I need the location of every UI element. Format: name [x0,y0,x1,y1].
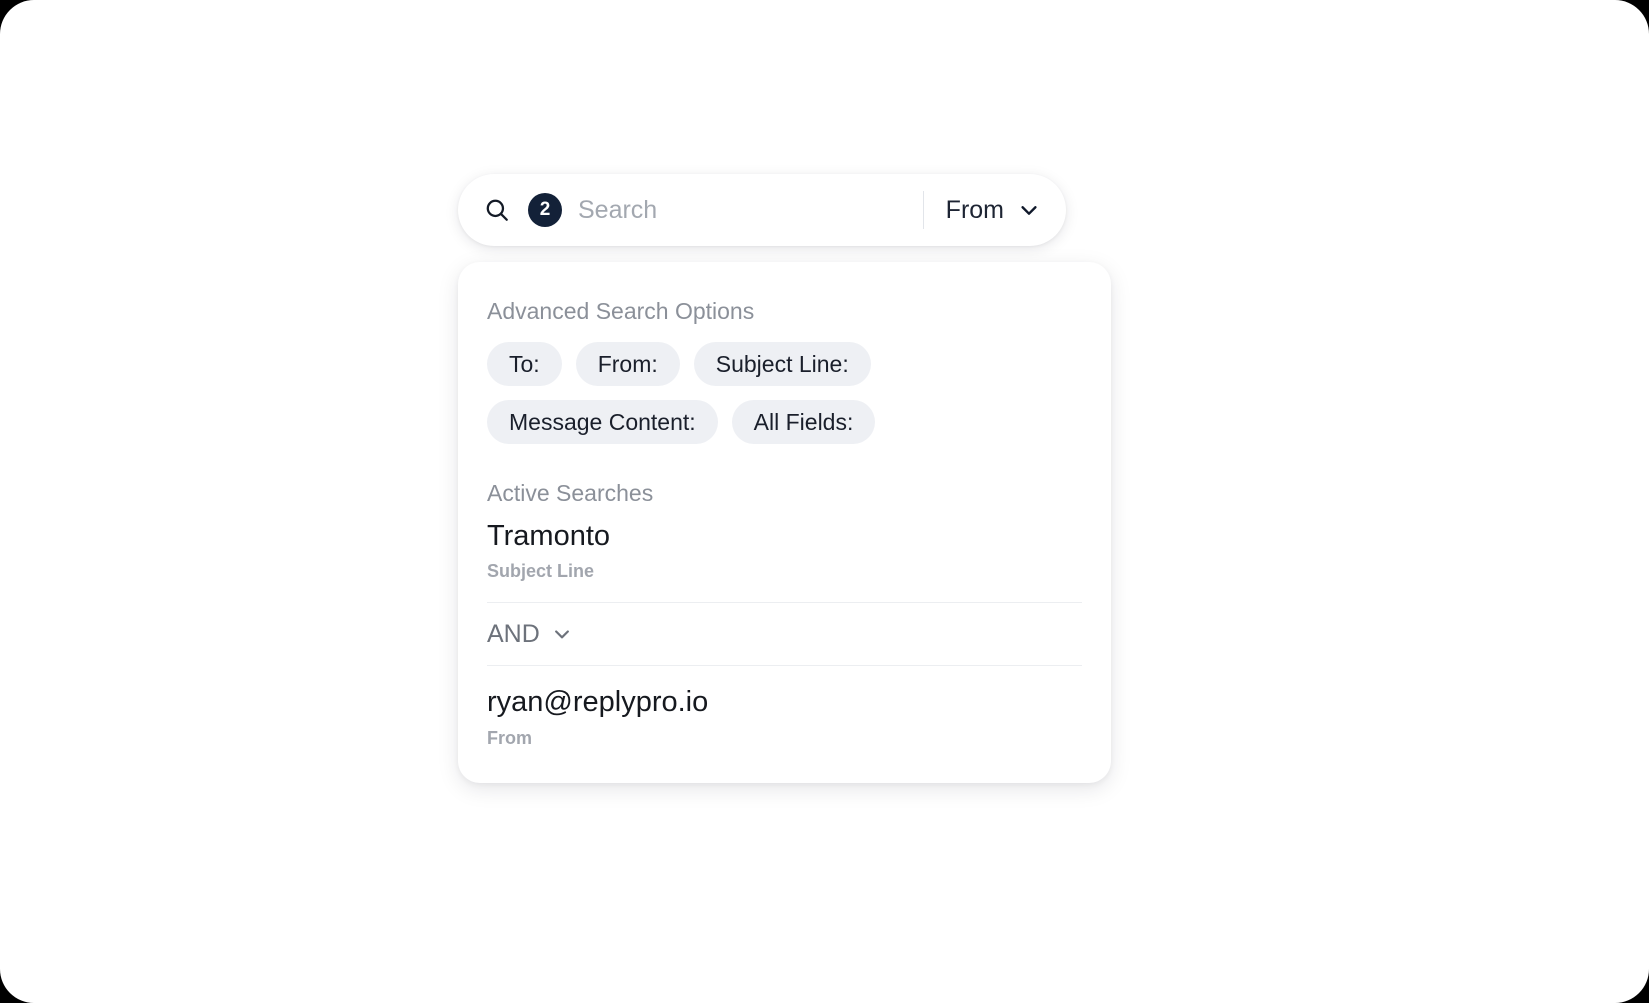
boolean-operator-label: AND [487,619,540,648]
active-searches-list: Tramonto Subject Line AND ryan@replypro.… [487,520,1082,747]
chip-all-fields[interactable]: All Fields: [731,400,876,444]
chip-to[interactable]: To: [487,342,562,386]
chevron-down-icon[interactable] [1018,199,1040,221]
search-icon[interactable] [484,197,510,223]
search-field-selector[interactable]: From [945,195,1044,224]
chip-message-content[interactable]: Message Content: [487,400,718,444]
active-search-count-badge: 2 [528,193,562,227]
search-bar[interactable]: 2 From [458,174,1066,246]
chip-from[interactable]: From: [575,342,680,386]
chip-subject-line[interactable]: Subject Line: [693,342,871,386]
advanced-search-panel: Advanced Search Options To: From: Subjec… [458,262,1111,783]
boolean-operator-selector[interactable]: AND [487,603,1082,665]
app-window: 2 From Advanced Search Options To: From:… [0,0,1649,1003]
advanced-search-options-title: Advanced Search Options [487,298,755,324]
search-bar-divider [922,191,924,229]
active-search-value: ryan@replypro.io [487,686,709,719]
search-option-chips: To: From: Subject Line: Message Content:… [487,342,1082,444]
active-search-field: From [487,727,532,748]
active-search-value: Tramonto [487,520,611,552]
active-searches-title: Active Searches [487,480,654,506]
search-field-selector-label: From [945,195,1004,224]
search-input[interactable] [578,195,915,225]
active-search-field: Subject Line [487,561,595,582]
chevron-down-icon[interactable] [552,624,572,644]
active-search-item-2[interactable]: ryan@replypro.io From [487,666,1082,746]
active-search-item-1[interactable]: Tramonto Subject Line [487,520,1082,602]
